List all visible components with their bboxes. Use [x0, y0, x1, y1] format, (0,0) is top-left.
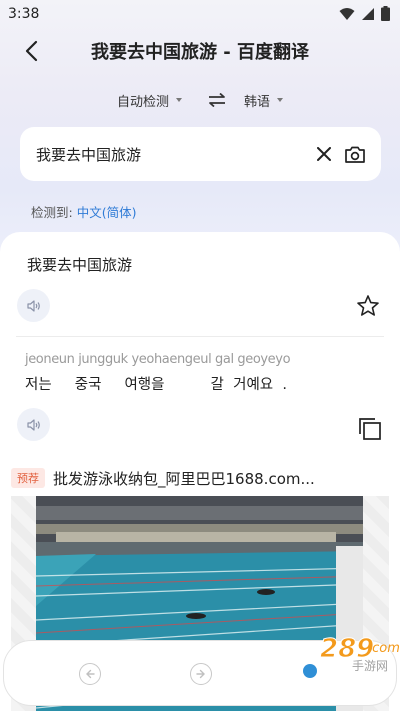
source-speaker-button[interactable]	[17, 289, 50, 322]
nav-back-button[interactable]	[79, 663, 101, 685]
chevron-down-icon	[277, 98, 284, 102]
camera-button[interactable]	[345, 146, 365, 163]
translation-text: 저는 중국 여행을 갈 거예요 .	[25, 377, 287, 393]
svg-text:手游网: 手游网	[352, 659, 388, 673]
title-bar: 我要去中国旅游 - 百度翻译	[0, 28, 400, 74]
source-language-selector[interactable]: 自动检测	[117, 91, 182, 110]
detected-label: 检测到:	[31, 205, 73, 220]
input-card[interactable]: 我要去中国旅游	[20, 127, 381, 181]
divider	[16, 336, 384, 337]
input-actions	[317, 146, 365, 163]
copy-button[interactable]	[358, 417, 382, 441]
ad-badge: 预荐	[11, 468, 45, 488]
star-icon	[357, 295, 379, 316]
clear-button[interactable]	[317, 147, 331, 161]
ad-title[interactable]: 批发游泳收纳包_阿里巴巴1688.com...	[53, 468, 315, 489]
copy-icon	[359, 418, 381, 440]
swap-icon	[209, 93, 225, 107]
arrow-left-icon	[86, 669, 95, 679]
speaker-icon	[26, 299, 40, 312]
source-text: 我要去中国旅游	[27, 256, 133, 274]
speaker-icon	[26, 418, 40, 431]
svg-text:.com: .com	[368, 641, 400, 656]
romanization-text: jeoneun jungguk yeohaengeul gal geoyeyo	[25, 352, 291, 367]
source-language-label: 自动检测	[116, 94, 169, 110]
battery-icon	[381, 6, 390, 21]
arrow-right-icon	[196, 669, 205, 679]
ad-header[interactable]: 预荐 批发游泳收纳包_阿里巴巴1688.com...	[11, 466, 391, 490]
target-language-selector[interactable]: 韩语	[244, 91, 284, 110]
page-title: 我要去中国旅游 - 百度翻译	[90, 42, 309, 63]
swap-languages-button[interactable]	[208, 93, 226, 107]
status-bar: 3:38	[0, 0, 400, 28]
wifi-icon	[339, 7, 355, 20]
detected-language: 检测到: 中文(简体)	[31, 202, 136, 221]
source-input[interactable]: 我要去中国旅游	[36, 144, 317, 165]
status-icons	[339, 6, 390, 21]
watermark-logo: 289 .com 手游网	[298, 628, 400, 678]
close-icon	[317, 147, 331, 161]
chevron-down-icon	[176, 98, 182, 102]
signal-icon	[362, 7, 374, 20]
favorite-button[interactable]	[356, 294, 382, 320]
nav-forward-button[interactable]	[190, 663, 212, 685]
target-language-label: 韩语	[244, 94, 271, 110]
language-bar: 自动检测 韩语	[0, 86, 400, 114]
translation-speaker-button[interactable]	[17, 408, 50, 441]
detected-language-value[interactable]: 中文(简体)	[77, 205, 137, 220]
back-arrow-icon	[25, 40, 38, 62]
status-time: 3:38	[8, 6, 40, 22]
camera-icon	[345, 146, 365, 163]
back-button[interactable]	[18, 38, 44, 64]
